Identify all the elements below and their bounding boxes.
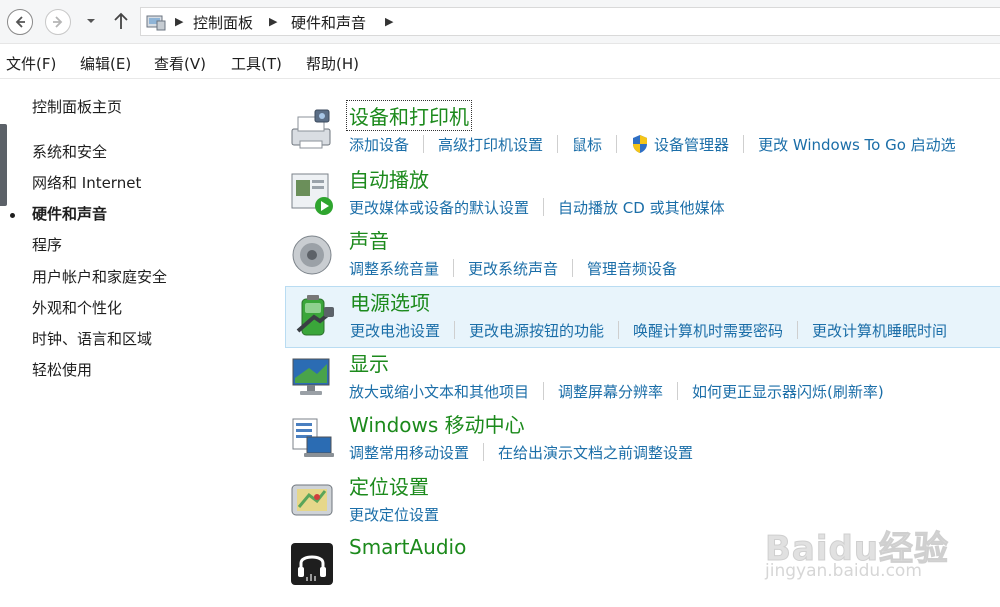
sidebar-item-user-accounts[interactable]: 用户帐户和家庭安全 bbox=[32, 266, 167, 287]
change-battery-settings-link[interactable]: 更改电池设置 bbox=[350, 320, 440, 341]
sidebar-item-programs[interactable]: 程序 bbox=[32, 234, 62, 255]
category-autoplay: 自动播放 更改媒体或设备的默认设置 自动播放 CD 或其他媒体 bbox=[285, 164, 1000, 226]
recent-locations-dropdown[interactable] bbox=[84, 14, 98, 28]
category-devices-printers: 设备和打印机 添加设备 高级打印机设置 鼠标 设备管理器 更改 Windows … bbox=[285, 100, 1000, 163]
baidu-watermark: Baidu经验 jingyan.baidu.com bbox=[764, 505, 995, 600]
menu-edit[interactable]: 编辑(E) bbox=[80, 53, 131, 74]
sidebar-item-system-security[interactable]: 系统和安全 bbox=[32, 141, 107, 162]
windows-to-go-link[interactable]: 更改 Windows To Go 启动选 bbox=[758, 134, 956, 155]
chevron-right-icon: ▶ bbox=[385, 15, 394, 28]
link-divider bbox=[543, 382, 545, 400]
uac-shield-icon bbox=[633, 135, 648, 153]
link-divider bbox=[423, 135, 425, 153]
advanced-printer-setup-link[interactable]: 高级打印机设置 bbox=[438, 134, 543, 155]
location-links: 更改定位设置 bbox=[349, 503, 439, 525]
sidebar-item-ease-of-access[interactable]: 轻松使用 bbox=[32, 359, 92, 380]
smartaudio-title[interactable]: SmartAudio bbox=[349, 535, 466, 559]
battery-power-icon bbox=[296, 295, 334, 336]
category-mobility-center: Windows 移动中心 调整常用移动设置 在给出演示文档之前调整设置 bbox=[285, 409, 1000, 471]
autoplay-icon bbox=[291, 173, 333, 215]
location-title[interactable]: 定位设置 bbox=[349, 471, 429, 500]
presentation-settings-link[interactable]: 在给出演示文档之前调整设置 bbox=[498, 442, 693, 463]
sound-title[interactable]: 声音 bbox=[349, 225, 389, 254]
link-divider bbox=[543, 198, 545, 216]
link-divider bbox=[618, 321, 620, 339]
chevron-right-icon: ▶ bbox=[175, 15, 184, 28]
power-button-function-link[interactable]: 更改电源按钮的功能 bbox=[469, 320, 604, 341]
link-divider bbox=[572, 259, 574, 277]
display-title[interactable]: 显示 bbox=[349, 348, 389, 377]
current-item-bullet bbox=[10, 213, 15, 218]
sidebar-home-link[interactable]: 控制面板主页 bbox=[32, 96, 122, 117]
up-arrow-icon[interactable] bbox=[112, 11, 130, 31]
speaker-icon bbox=[292, 235, 332, 275]
category-sound: 声音 调整系统音量 更改系统声音 管理音频设备 bbox=[285, 225, 1000, 287]
power-options-links: 更改电池设置 更改电源按钮的功能 唤醒计算机时需要密码 更改计算机睡眠时间 bbox=[350, 319, 947, 341]
screen-resolution-link[interactable]: 调整屏幕分辨率 bbox=[558, 381, 663, 402]
menu-bar: 文件(F) 编辑(E) 查看(V) 工具(T) 帮助(H) bbox=[0, 45, 1000, 79]
forward-button[interactable] bbox=[45, 9, 71, 35]
link-divider bbox=[454, 321, 456, 339]
link-divider bbox=[557, 135, 559, 153]
menu-view[interactable]: 查看(V) bbox=[154, 53, 206, 74]
location-icon bbox=[291, 484, 333, 516]
autoplay-title[interactable]: 自动播放 bbox=[349, 164, 429, 193]
sidebar-item-hardware-sound[interactable]: 硬件和声音 bbox=[32, 203, 107, 224]
mobility-center-title[interactable]: Windows 移动中心 bbox=[349, 409, 525, 438]
change-location-settings-link[interactable]: 更改定位设置 bbox=[349, 504, 439, 525]
text-size-link[interactable]: 放大或缩小文本和其他项目 bbox=[349, 381, 529, 402]
link-divider bbox=[453, 259, 455, 277]
devices-printers-links: 添加设备 高级打印机设置 鼠标 设备管理器 更改 Windows To Go 启… bbox=[349, 133, 956, 155]
control-panel-icon bbox=[146, 15, 166, 31]
monitor-icon bbox=[292, 358, 330, 395]
back-button[interactable] bbox=[7, 9, 33, 35]
change-sleep-time-link[interactable]: 更改计算机睡眠时间 bbox=[812, 320, 947, 341]
arrow-right-icon bbox=[53, 16, 63, 28]
mobility-center-links: 调整常用移动设置 在给出演示文档之前调整设置 bbox=[349, 441, 693, 463]
mouse-link[interactable]: 鼠标 bbox=[572, 134, 602, 155]
menu-tools[interactable]: 工具(T) bbox=[231, 53, 282, 74]
device-manager-link[interactable]: 设备管理器 bbox=[654, 134, 729, 155]
link-divider bbox=[677, 382, 679, 400]
link-divider bbox=[743, 135, 745, 153]
sidebar-item-clock-language[interactable]: 时钟、语言和区域 bbox=[32, 328, 152, 349]
sound-links: 调整系统音量 更改系统声音 管理音频设备 bbox=[349, 257, 677, 279]
display-links: 放大或缩小文本和其他项目 调整屏幕分辨率 如何更正显示器闪烁(刷新率) bbox=[349, 380, 884, 402]
category-display: 显示 放大或缩小文本和其他项目 调整屏幕分辨率 如何更正显示器闪烁(刷新率) bbox=[285, 348, 1000, 410]
headphones-icon bbox=[291, 543, 333, 585]
sidebar-item-appearance[interactable]: 外观和个性化 bbox=[32, 297, 122, 318]
refresh-rate-link[interactable]: 如何更正显示器闪烁(刷新率) bbox=[692, 381, 884, 402]
autoplay-cd-link[interactable]: 自动播放 CD 或其他媒体 bbox=[558, 197, 725, 218]
common-mobility-settings-link[interactable]: 调整常用移动设置 bbox=[349, 442, 469, 463]
change-media-defaults-link[interactable]: 更改媒体或设备的默认设置 bbox=[349, 197, 529, 218]
autoplay-links: 更改媒体或设备的默认设置 自动播放 CD 或其他媒体 bbox=[349, 196, 725, 218]
adjust-volume-link[interactable]: 调整系统音量 bbox=[349, 258, 439, 279]
manage-audio-devices-link[interactable]: 管理音频设备 bbox=[587, 258, 677, 279]
menu-help[interactable]: 帮助(H) bbox=[306, 53, 359, 74]
add-device-link[interactable]: 添加设备 bbox=[349, 134, 409, 155]
breadcrumb-control-panel[interactable]: 控制面板 bbox=[193, 12, 253, 33]
mobility-center-icon bbox=[292, 418, 334, 457]
category-power-options[interactable]: 电源选项 更改电池设置 更改电源按钮的功能 唤醒计算机时需要密码 更改计算机睡眠… bbox=[285, 286, 1000, 348]
power-options-title[interactable]: 电源选项 bbox=[350, 287, 430, 316]
address-box[interactable]: ▶ 控制面板 ▶ 硬件和声音 ▶ bbox=[140, 7, 1000, 36]
breadcrumb-hardware-sound[interactable]: 硬件和声音 bbox=[291, 12, 366, 33]
sidebar-item-network[interactable]: 网络和 Internet bbox=[32, 172, 141, 193]
arrow-left-icon bbox=[15, 16, 25, 28]
watermark-sub-text: jingyan.baidu.com bbox=[765, 561, 922, 581]
printer-device-icon bbox=[291, 109, 331, 149]
require-password-wake-link[interactable]: 唤醒计算机时需要密码 bbox=[633, 320, 783, 341]
address-bar-area: ▶ 控制面板 ▶ 硬件和声音 ▶ bbox=[0, 0, 1000, 44]
menu-file[interactable]: 文件(F) bbox=[6, 53, 56, 74]
chevron-right-icon: ▶ bbox=[269, 15, 278, 28]
devices-printers-title[interactable]: 设备和打印机 bbox=[346, 100, 472, 131]
window-edge-tab bbox=[0, 124, 7, 206]
change-system-sounds-link[interactable]: 更改系统声音 bbox=[468, 258, 558, 279]
link-divider bbox=[616, 135, 618, 153]
link-divider bbox=[797, 321, 799, 339]
link-divider bbox=[483, 443, 485, 461]
